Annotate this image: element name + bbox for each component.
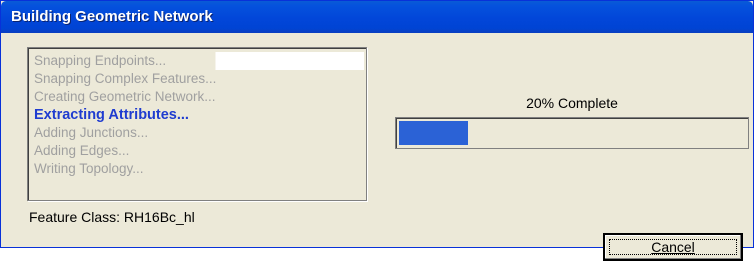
feature-class-label: Feature Class: RH16Bc_hl [29,209,195,225]
step-adding-edges: Adding Edges... [34,143,130,158]
dialog-body: Snapping Endpoints... Snapping Complex F… [3,33,751,261]
step-adding-junctions: Adding Junctions... [34,125,149,140]
progress-bar [395,117,749,149]
cancel-button[interactable]: Cancel [603,233,743,261]
step-snapping-endpoints: Snapping Endpoints... [34,52,364,70]
step-creating-geometric-network: Creating Geometric Network... [34,89,216,104]
step-writing-topology: Writing Topology... [34,161,144,176]
window-title: Building Geometric Network [11,8,213,25]
progress-dialog: Building Geometric Network Snapping Endp… [0,0,754,261]
step-extracting-attributes: Extracting Attributes... [34,107,189,123]
title-bar[interactable]: Building Geometric Network [1,1,753,33]
progress-percent-label: 20% Complete [526,95,618,111]
step-snapping-complex-features: Snapping Complex Features... [34,71,217,86]
steps-list: Snapping Endpoints... Snapping Complex F… [27,47,367,201]
progress-bar-fill [399,121,468,145]
focus-rectangle [609,239,737,255]
